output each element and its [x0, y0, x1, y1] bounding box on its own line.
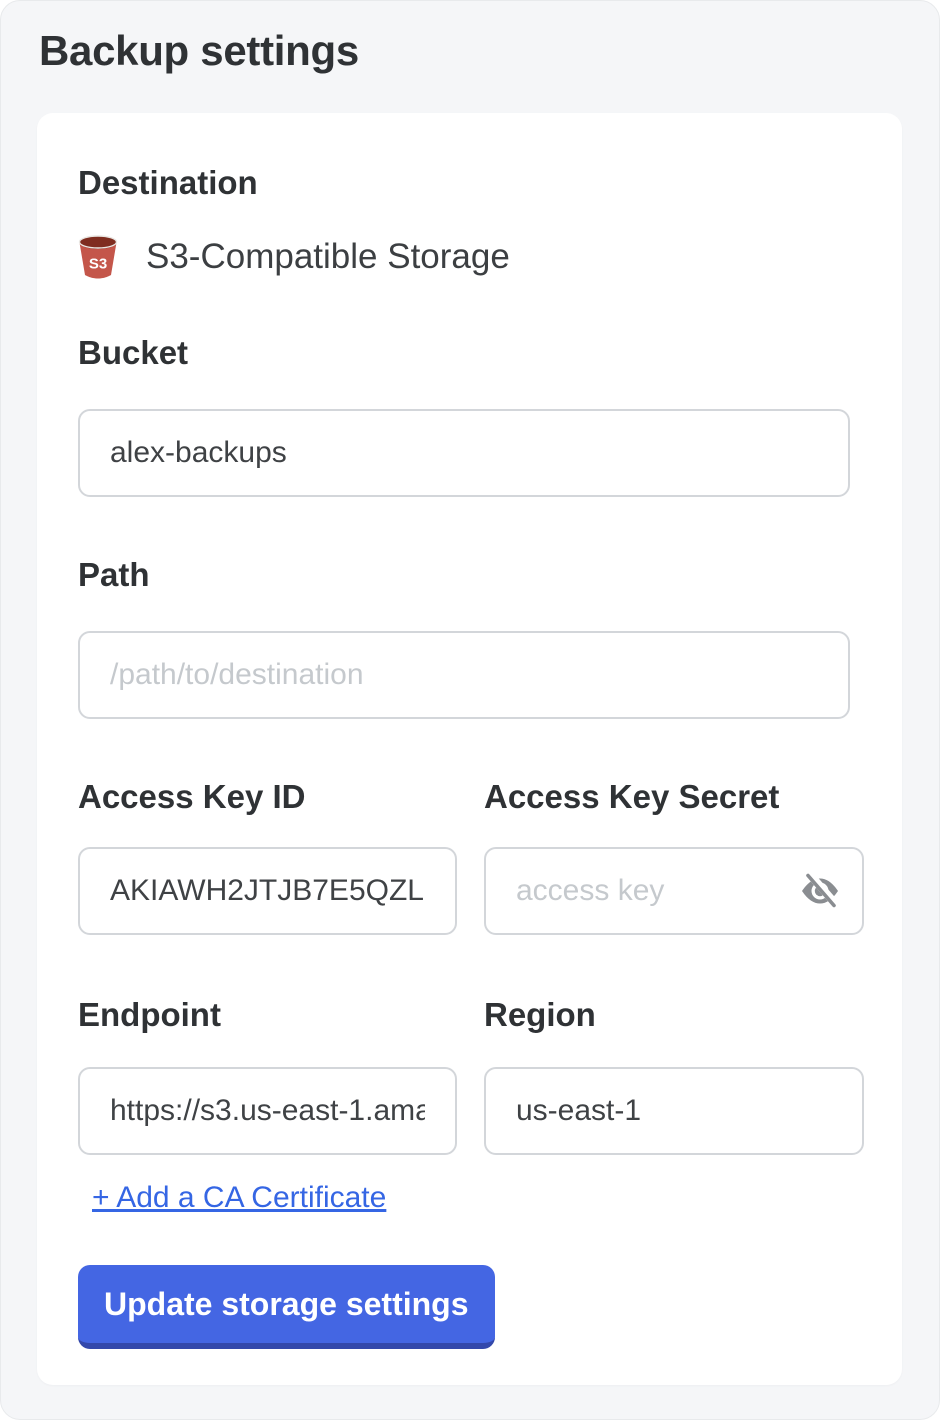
backup-settings-card: Destination S3 S3-Compatible Storage Buc… [37, 113, 902, 1385]
path-label: Path [78, 555, 864, 595]
endpoint-field: Endpoint [78, 935, 457, 1155]
page-title: Backup settings [39, 27, 359, 75]
destination-value: S3-Compatible Storage [146, 237, 510, 277]
access-key-row: Access Key ID Access Key Secret [78, 719, 864, 935]
add-ca-certificate-link[interactable]: + Add a CA Certificate [92, 1181, 386, 1215]
region-field: Region [484, 935, 864, 1155]
access-key-secret-wrap [484, 847, 864, 935]
access-key-secret-label: Access Key Secret [484, 777, 864, 817]
path-input[interactable] [78, 631, 850, 719]
s3-bucket-icon: S3 [78, 235, 118, 279]
access-key-id-input[interactable] [78, 847, 457, 935]
update-storage-settings-button[interactable]: Update storage settings [78, 1265, 495, 1349]
destination-label: Destination [78, 163, 864, 203]
eye-off-icon [798, 869, 842, 913]
endpoint-region-row: Endpoint Region [78, 935, 864, 1155]
bucket-input[interactable] [78, 409, 850, 497]
bucket-label: Bucket [78, 333, 864, 373]
endpoint-label: Endpoint [78, 995, 457, 1035]
endpoint-input[interactable] [78, 1067, 457, 1155]
access-key-id-field: Access Key ID [78, 719, 457, 935]
region-input[interactable] [484, 1067, 864, 1155]
backup-settings-page: Backup settings Destination S3 S3-Compat… [0, 0, 940, 1420]
toggle-secret-visibility-button[interactable] [798, 869, 842, 913]
access-key-secret-field: Access Key Secret [484, 719, 864, 935]
region-label: Region [484, 995, 864, 1035]
access-key-id-label: Access Key ID [78, 777, 457, 817]
svg-text:S3: S3 [89, 256, 107, 273]
destination-row: S3 S3-Compatible Storage [78, 233, 864, 281]
